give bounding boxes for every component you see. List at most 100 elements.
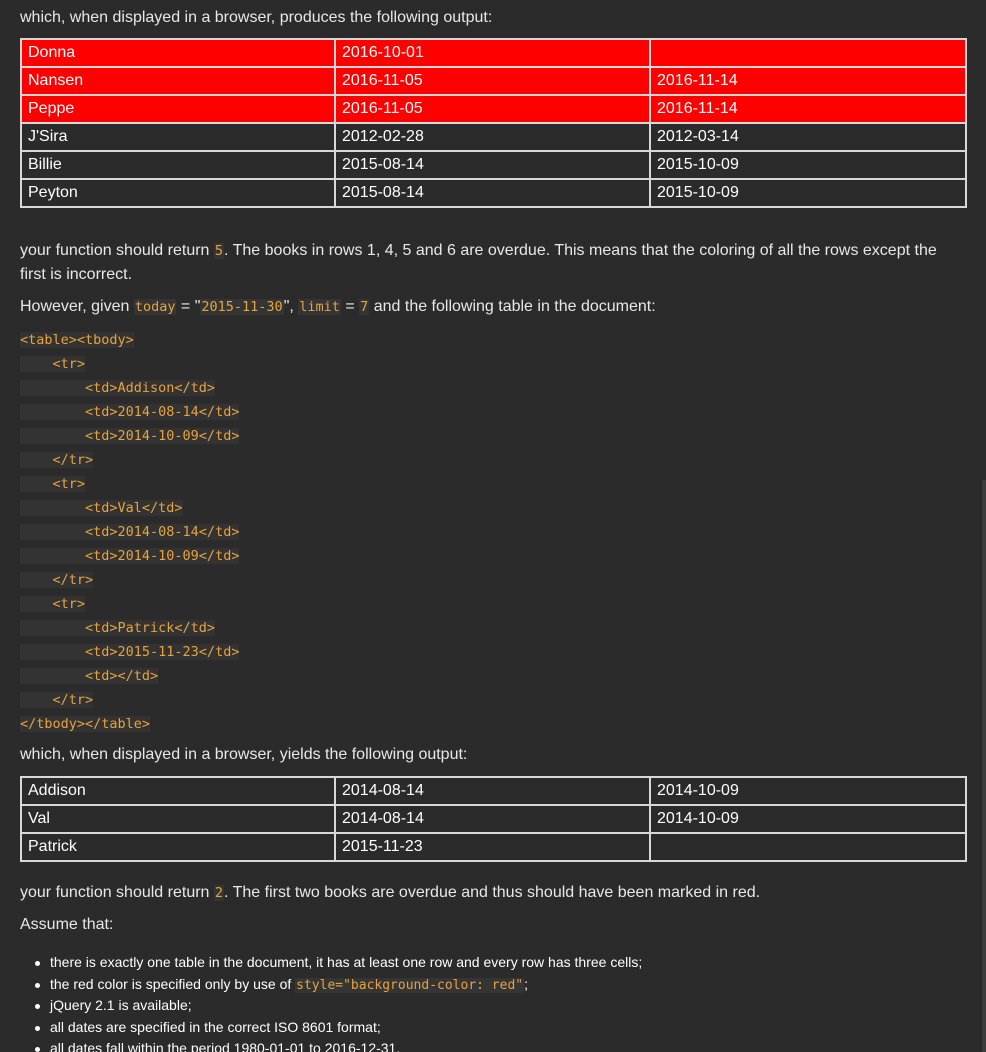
code-line: <table><tbody> [20, 328, 239, 352]
code-text: <tr> [20, 356, 86, 372]
table-row: Patrick 2015-11-23 [20, 832, 967, 862]
list-item: the red color is specified only by use o… [35, 974, 642, 996]
table-row: Val 2014-08-14 2014-10-09 [20, 804, 967, 834]
output-table-1: Donna 2016-10-01 Nansen 2016-11-05 2016-11-1… [20, 38, 967, 208]
result-paragraph-1: your function should return 5. The books… [20, 239, 965, 287]
name-cell: Nansen [20, 66, 336, 96]
date-cell: 2016-11-14 [649, 66, 967, 96]
code-line: <tr> [20, 352, 239, 376]
code-line: </tbody></table> [20, 712, 239, 736]
text: ", [283, 298, 299, 315]
code-line: <td>2014-08-14</td> [20, 520, 240, 544]
date-cell: 2015-10-09 [649, 150, 967, 180]
table-row: Nansen 2016-11-05 2016-11-14 [20, 66, 967, 96]
list-item-text: there is exactly one table in the docume… [50, 954, 643, 970]
intro-paragraph-1: which, when displayed in a browser, prod… [20, 9, 493, 26]
date-cell: 2012-03-14 [649, 122, 967, 152]
list-item-text: all dates are specified in the correct I… [50, 1018, 381, 1035]
text: However, given [20, 298, 134, 315]
assumptions-list: there is exactly one table in the docume… [35, 952, 642, 1052]
date-cell: 2014-08-14 [334, 804, 651, 834]
list-item: there is exactly one table in the docume… [35, 952, 642, 974]
code-text: <td>Patrick</td> [20, 620, 216, 636]
table-row: Peppe 2016-11-05 2016-11-14 [20, 94, 967, 124]
text: = " [176, 298, 201, 315]
code-block: <table><tbody> <tr> <td>Addison</td> <td… [20, 328, 240, 736]
code-line: <td>Val</td> [20, 496, 239, 520]
table-row: J'Sira 2012-02-28 2012-03-14 [20, 122, 967, 152]
code-line: </tr> [20, 568, 239, 592]
text: and the following table in the document: [369, 298, 656, 315]
code-text: </tr> [20, 452, 94, 468]
list-item-text: ; [524, 975, 529, 992]
name-cell: Peyton [20, 178, 336, 208]
name-cell: Peppe [20, 94, 336, 124]
date-cell: 2014-10-09 [649, 776, 967, 806]
intro-paragraph-2: which, when displayed in a browser, yiel… [20, 746, 468, 763]
inline-code: 2 [213, 885, 225, 901]
date-cell: 2016-11-14 [649, 94, 967, 124]
name-cell: Val [20, 804, 336, 834]
text: = [340, 298, 360, 315]
inline-code-limit: limit [298, 299, 341, 315]
date-cell: 2016-11-05 [334, 94, 651, 124]
date-cell: 2014-08-14 [334, 776, 651, 806]
table-row: Addison 2014-08-14 2014-10-09 [20, 776, 967, 806]
code-text: <td>2015-11-23</td> [20, 644, 240, 660]
code-text: <td>2014-10-09</td> [20, 428, 240, 444]
code-line: <td>2014-08-14</td> [20, 400, 240, 424]
date-cell: 2015-10-09 [649, 178, 967, 208]
text: your function should return [20, 884, 214, 901]
name-cell: Addison [20, 776, 336, 806]
inline-code: 5 [213, 243, 225, 259]
code-text: <td>2014-08-14</td> [20, 404, 240, 420]
code-line: <tr> [20, 472, 239, 496]
code-text: <tr> [20, 596, 86, 612]
code-text: </tr> [20, 692, 94, 708]
list-item-text: all dates fall within the period 1980-01… [50, 1040, 401, 1052]
scrollbar[interactable] [982, 480, 986, 1052]
table-row: Donna 2016-10-01 [20, 38, 967, 68]
table-row: Peyton 2015-08-14 2015-10-09 [20, 178, 967, 208]
code-line: </tr> [20, 448, 239, 472]
name-cell: Billie [20, 150, 336, 180]
code-text: <td>2014-08-14</td> [20, 524, 240, 540]
code-text: <td>Val</td> [20, 500, 183, 516]
list-item: all dates are specified in the correct I… [35, 1017, 642, 1039]
date-cell: 2014-10-09 [649, 804, 967, 834]
date-cell: 2015-08-14 [334, 178, 651, 208]
code-line: <td>2014-10-09</td> [20, 544, 240, 568]
code-text: </tr> [20, 572, 94, 588]
inline-code-date: 2015-11-30 [200, 299, 284, 315]
list-item: all dates fall within the period 1980-01… [35, 1038, 642, 1052]
list-item-text: jQuery 2.1 is available; [50, 997, 192, 1013]
text: . The first two books are overdue and th… [224, 884, 761, 901]
given-paragraph: However, given today = "2015-11-30", lim… [20, 295, 656, 319]
date-cell: 2015-11-23 [334, 832, 651, 862]
date-cell: 2015-08-14 [334, 150, 651, 180]
output-table-2: Addison 2014-08-14 2014-10-09 Val 2014-08-14… [20, 776, 967, 862]
code-text: <td></td> [20, 668, 159, 684]
code-line: <td>2015-11-23</td> [20, 640, 240, 664]
code-text: </tbody></table> [20, 716, 151, 732]
inline-code: style="background-color: red" [295, 977, 525, 993]
code-line: <tr> [20, 592, 239, 616]
code-line: <td>Addison</td> [20, 376, 239, 400]
date-cell: 2016-11-05 [334, 66, 651, 96]
date-cell [649, 832, 967, 862]
code-text: <td>2014-10-09</td> [20, 548, 240, 564]
code-line: </tr> [20, 688, 239, 712]
code-text: <td>Addison</td> [20, 380, 216, 396]
code-line: <td></td> [20, 664, 239, 688]
list-item: jQuery 2.1 is available; [35, 995, 642, 1017]
name-cell: Donna [20, 38, 336, 68]
name-cell: J'Sira [20, 122, 336, 152]
text: your function should return [20, 242, 214, 259]
date-cell: 2012-02-28 [334, 122, 651, 152]
date-cell [649, 38, 967, 68]
assume-heading: Assume that: [20, 916, 114, 933]
code-line: <td>Patrick</td> [20, 616, 239, 640]
name-cell: Patrick [20, 832, 336, 862]
list-item-text: the red color is specified only by use o… [50, 975, 296, 992]
table-row: Billie 2015-08-14 2015-10-09 [20, 150, 967, 180]
